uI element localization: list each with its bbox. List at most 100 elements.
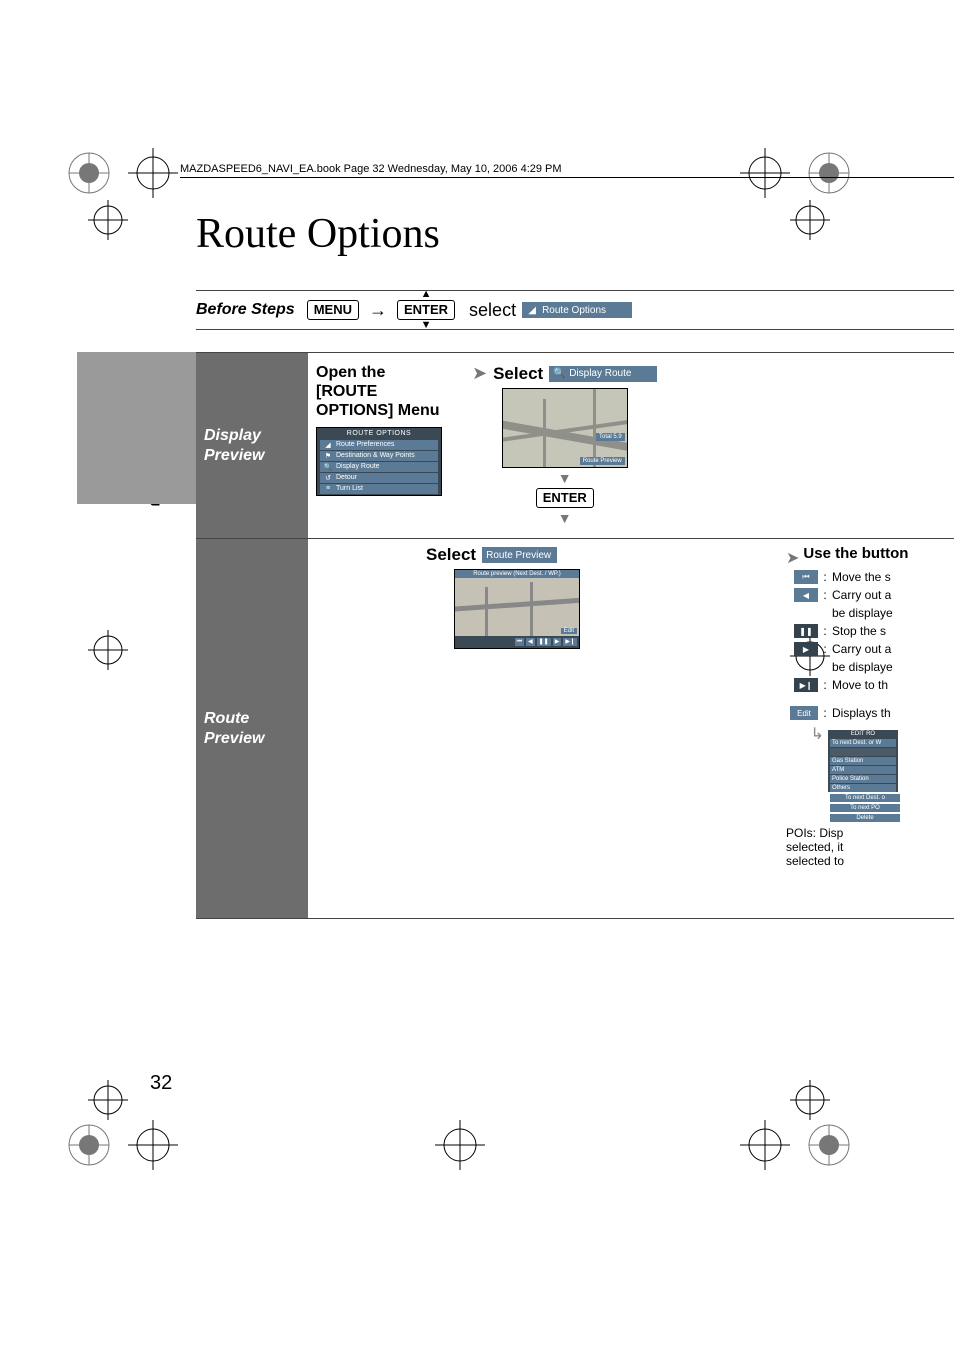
screen-row: ≡Turn List	[320, 484, 438, 494]
screen-title: ROUTE OPTIONS	[317, 428, 441, 439]
enter-key: ENTER	[397, 300, 455, 320]
reg-mark-icon	[128, 1120, 178, 1170]
reg-mark-icon	[88, 1080, 128, 1120]
select-word: select	[469, 300, 516, 321]
tag-text: Display Route	[569, 368, 631, 379]
search-icon: 🔍	[323, 463, 333, 471]
edit-icon: Edit	[790, 706, 818, 720]
fwd-chip: ▶❙	[563, 638, 577, 646]
note-line: selected, it	[786, 840, 843, 854]
tag-text: Route Options	[542, 305, 606, 316]
legend-text: be displaye	[832, 606, 946, 620]
reg-mark-icon	[64, 148, 114, 198]
rewind-icon: ⏮	[794, 570, 818, 584]
legend-text: Carry out a	[832, 588, 946, 602]
enter-key: ENTER	[536, 488, 594, 508]
legend-text: Move the s	[832, 570, 946, 584]
reg-mark-icon	[790, 200, 830, 240]
heading-line: [ROUTE	[316, 383, 377, 400]
total-label: Total 5.9	[596, 433, 625, 441]
label-line: Route	[204, 709, 300, 729]
label-line: Preview	[204, 446, 300, 466]
select-word: Select	[426, 545, 476, 565]
arrow-right-icon: ➤	[472, 363, 487, 384]
legend-row: Edit :Displays th	[786, 706, 946, 720]
reg-mark-icon	[128, 148, 178, 198]
reg-mark-icon	[435, 1120, 485, 1170]
edit-panel-row: ATM	[830, 766, 896, 774]
open-menu-heading: Open the [ROUTE OPTIONS] Menu	[316, 363, 440, 421]
edit-panel-row: Others	[830, 784, 896, 792]
legend-row: be displaye	[786, 606, 946, 620]
legend-text: Stop the s	[832, 624, 946, 638]
fwd-icon: ▶❙	[794, 678, 818, 692]
arrow-right-icon: ➤	[786, 548, 799, 568]
edit-panel-button: Delete	[830, 814, 900, 822]
page-number: 32	[150, 1072, 172, 1095]
page-title: Route Options	[196, 210, 440, 258]
reg-mark-icon	[88, 630, 128, 670]
map-bottombar: ⏮ ◀ ❚❚ ▶ ▶❙	[455, 636, 579, 648]
map-topbar: Route preview (Next Dest. / WP.)	[455, 570, 579, 578]
l-arrow-icon: ↳	[786, 724, 828, 822]
route-options-screen: ROUTE OPTIONS ◢Route Preferences ⚑Destin…	[316, 427, 442, 496]
legend-text: Carry out a	[832, 642, 946, 656]
edit-panel-button: To next PO	[830, 804, 900, 812]
search-icon: 🔍	[553, 368, 565, 379]
label-line: Display	[204, 426, 300, 446]
edit-panel-row: Gas Station	[830, 757, 896, 765]
arrow-right-icon: →	[369, 301, 387, 319]
legend-row: ▶ :Carry out a	[786, 642, 946, 656]
reg-mark-icon	[740, 1120, 790, 1170]
reg-mark-icon	[64, 1120, 114, 1170]
dest-icon: ⚑	[323, 452, 333, 460]
edit-panel-title: EDIT RO	[828, 730, 898, 738]
enter-key-stack: ▲ ENTER ▼	[397, 289, 455, 331]
heading-line: Open the	[316, 364, 385, 381]
screen-row: 🔍Display Route	[320, 462, 438, 472]
route-preview-map: Route preview (Next Dest. / WP.) Edit ⏮ …	[454, 569, 580, 649]
legend-text: Move to th	[832, 678, 946, 692]
detour-icon: ↺	[323, 474, 333, 482]
back-chip: ◀	[526, 638, 535, 646]
pause-icon: ❚❚	[794, 624, 818, 638]
note-line: POIs: Disp	[786, 826, 843, 840]
route-preview-label: Route Preview	[196, 539, 308, 918]
route-options-tag: ◢ Route Options	[522, 302, 632, 318]
play-icon: ▶	[794, 642, 818, 656]
back-icon: ◀	[794, 588, 818, 602]
legend-text: be displaye	[832, 660, 946, 674]
screen-row: ◢Route Preferences	[320, 440, 438, 450]
down-arrow-icon: ▼	[421, 320, 432, 331]
display-preview-label: Display Preview	[196, 353, 308, 538]
legend-text: Displays th	[832, 706, 946, 720]
route-icon: ◢	[526, 305, 538, 316]
display-preview-section: Display Preview Open the [ROUTE OPTIONS]…	[196, 353, 954, 539]
down-arrow-icon: ▼	[558, 510, 572, 526]
row-text: Turn List	[336, 485, 363, 492]
screen-row: ↺Detour	[320, 473, 438, 483]
play-chip: ▶	[553, 638, 562, 646]
heading-line: OPTIONS] Menu	[316, 402, 440, 419]
down-arrow-icon: ▼	[558, 470, 572, 486]
list-icon: ≡	[323, 485, 333, 492]
tag-text: Route Preview	[486, 550, 551, 561]
up-arrow-icon: ▲	[421, 289, 432, 300]
row-text: Display Route	[336, 463, 380, 470]
display-route-tag: 🔍 Display Route	[549, 366, 657, 382]
pref-icon: ◢	[323, 441, 333, 449]
rewind-chip: ⏮	[515, 638, 524, 646]
edit-panel-button: To next Dest. o	[830, 794, 900, 802]
pause-chip: ❚❚	[537, 638, 551, 646]
legend-row: ▶❙ :Move to th	[786, 678, 946, 692]
menu-key: MENU	[307, 300, 359, 320]
reg-mark-icon	[804, 1120, 854, 1170]
legend-row: ❚❚ :Stop the s	[786, 624, 946, 638]
edit-route-panel: EDIT RO To next Dest. or W Gas Station A…	[828, 730, 898, 792]
before-steps-label: Before Steps	[196, 301, 295, 319]
reg-mark-icon	[88, 200, 128, 240]
route-preview-label: Route Preview	[580, 457, 625, 465]
screen-row: ⚑Destination & Way Points	[320, 451, 438, 461]
display-route-map: Total 5.9 Route Preview	[502, 388, 628, 468]
route-preview-section: Route Preview Select Route Preview Route…	[196, 539, 954, 919]
